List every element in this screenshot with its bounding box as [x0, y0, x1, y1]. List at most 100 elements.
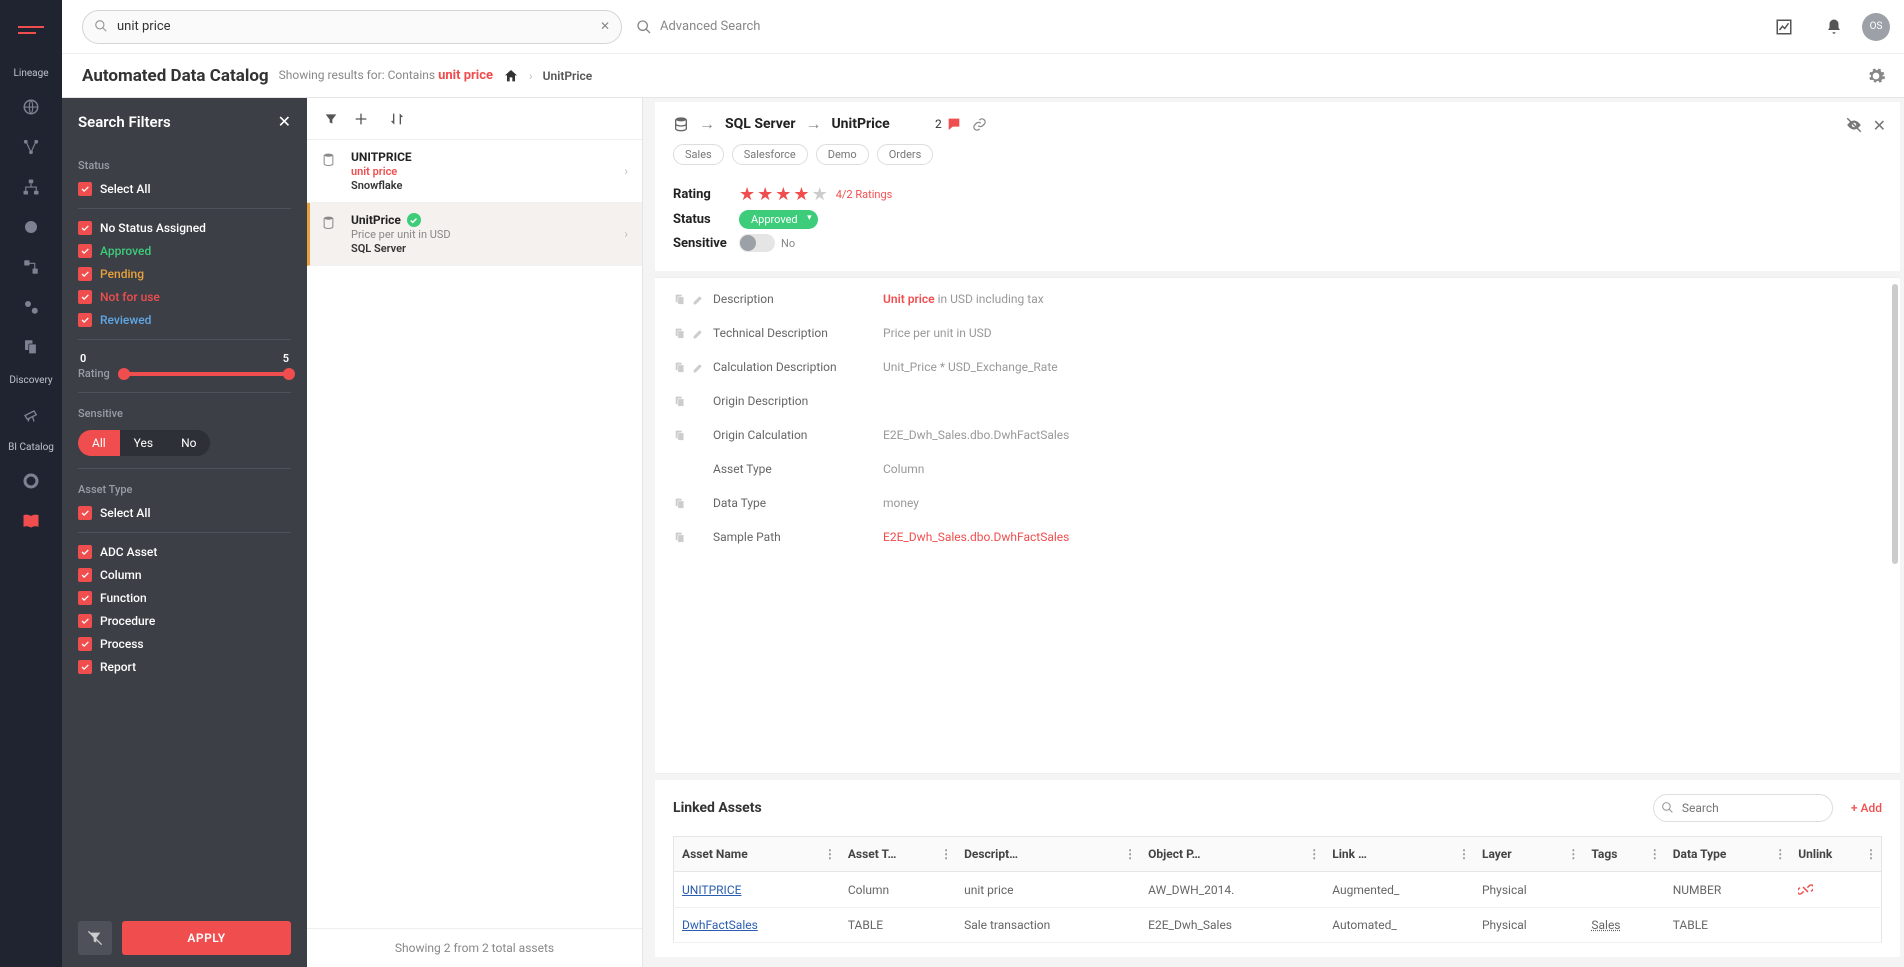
tag-pill[interactable]: Sales — [673, 144, 724, 165]
detail-asset: UnitPrice — [831, 116, 889, 132]
advanced-search-label: Advanced Search — [660, 19, 760, 34]
nav-globe-icon[interactable] — [13, 89, 49, 125]
home-icon[interactable] — [503, 68, 519, 84]
chart-icon[interactable] — [1770, 13, 1798, 41]
clear-filters-icon[interactable] — [78, 921, 112, 955]
rating-slider[interactable] — [122, 372, 291, 376]
edit-icon[interactable] — [692, 361, 705, 374]
type-report[interactable]: Report — [78, 660, 291, 674]
nav-graph-icon[interactable] — [13, 129, 49, 165]
table-header[interactable]: Link …⋮ — [1324, 837, 1474, 872]
seg-all[interactable]: All — [78, 430, 120, 456]
select-all-assettype[interactable]: Select All — [78, 506, 291, 520]
edit-icon[interactable] — [692, 327, 705, 340]
more-icon[interactable]: ⋮ — [1567, 847, 1579, 861]
table-header[interactable]: Object P…⋮ — [1140, 837, 1324, 872]
database-icon — [321, 213, 339, 255]
rating-meta-label: Rating — [673, 187, 733, 202]
close-detail-icon[interactable]: ✕ — [1873, 116, 1886, 135]
copy-icon[interactable] — [673, 497, 686, 510]
result-item[interactable]: UnitPrice Price per unit in USD SQL Serv… — [307, 203, 642, 266]
asset-link[interactable]: DwhFactSales — [682, 918, 758, 932]
table-header[interactable]: Unlink⋮ — [1790, 837, 1881, 872]
rating-stars[interactable]: ★★★★★ — [739, 184, 828, 205]
table-header[interactable]: Asset Name⋮ — [674, 837, 840, 872]
copy-icon[interactable] — [673, 395, 686, 408]
close-icon[interactable]: ✕ — [278, 112, 291, 131]
copy-icon[interactable] — [673, 361, 686, 374]
results-footer: Showing 2 from 2 total assets — [307, 928, 642, 967]
nav-telescope-icon[interactable] — [13, 396, 49, 432]
table-header[interactable]: Data Type⋮ — [1665, 837, 1790, 872]
more-icon[interactable]: ⋮ — [1649, 847, 1661, 861]
table-header[interactable]: Asset T…⋮ — [840, 837, 956, 872]
nav-ring-icon[interactable] — [13, 463, 49, 499]
gear-icon[interactable] — [1862, 62, 1890, 90]
status-reviewed[interactable]: Reviewed — [78, 313, 291, 327]
approved-badge-icon — [407, 213, 421, 227]
user-avatar[interactable]: OS — [1862, 13, 1890, 41]
nav-book-icon[interactable] — [13, 503, 49, 539]
filter-icon[interactable] — [319, 107, 343, 131]
table-header[interactable]: Layer⋮ — [1474, 837, 1583, 872]
more-icon[interactable]: ⋮ — [824, 847, 836, 861]
status-notforuse[interactable]: Not for use — [78, 290, 291, 304]
nav-connect-icon[interactable] — [13, 249, 49, 285]
edit-icon[interactable] — [692, 293, 705, 306]
seg-yes[interactable]: Yes — [120, 430, 167, 456]
type-process[interactable]: Process — [78, 637, 291, 651]
more-icon[interactable]: ⋮ — [940, 847, 952, 861]
table-header[interactable]: Descript…⋮ — [956, 837, 1140, 872]
table-row: UNITPRICE Columnunit priceAW_DWH_2014.Au… — [674, 872, 1882, 908]
more-icon[interactable]: ⋮ — [1458, 847, 1470, 861]
app-logo — [18, 22, 44, 36]
visibility-off-icon[interactable] — [1845, 116, 1863, 135]
select-all-status[interactable]: Select All — [78, 182, 291, 196]
linked-search-input[interactable] — [1653, 794, 1833, 822]
type-column[interactable]: Column — [78, 568, 291, 582]
type-function[interactable]: Function — [78, 591, 291, 605]
sensitive-toggle[interactable]: No — [739, 234, 795, 252]
asset-link[interactable]: UNITPRICE — [682, 883, 741, 897]
nav-gear2-icon[interactable] — [13, 289, 49, 325]
copy-icon[interactable] — [673, 429, 686, 442]
type-procedure[interactable]: Procedure — [78, 614, 291, 628]
filters-panel: Search Filters ✕ Status Select All No St… — [62, 98, 307, 967]
apply-button[interactable]: APPLY — [122, 921, 291, 955]
more-icon[interactable]: ⋮ — [1124, 847, 1136, 861]
nav-tree-icon[interactable] — [13, 169, 49, 205]
tag-pill[interactable]: Orders — [877, 144, 934, 165]
more-icon[interactable]: ⋮ — [1774, 847, 1786, 861]
plus-icon[interactable] — [349, 107, 373, 131]
more-icon[interactable]: ⋮ — [1865, 847, 1877, 861]
add-link-button[interactable]: + Add — [1851, 801, 1882, 815]
nav-files-icon[interactable] — [13, 329, 49, 365]
clear-icon[interactable]: ✕ — [600, 19, 610, 33]
more-icon[interactable]: ⋮ — [1308, 847, 1320, 861]
unlink-icon[interactable] — [1798, 882, 1873, 897]
result-item[interactable]: UNITPRICE unit price Snowflake › — [307, 140, 642, 203]
tag-pill[interactable]: Salesforce — [732, 144, 808, 165]
link-icon[interactable] — [972, 117, 987, 132]
status-dropdown[interactable]: Approved — [739, 210, 818, 229]
copy-icon[interactable] — [673, 531, 686, 544]
seg-no[interactable]: No — [167, 430, 210, 456]
comment-icon[interactable] — [946, 116, 962, 132]
status-none[interactable]: No Status Assigned — [78, 221, 291, 235]
rating-text: 4/2 Ratings — [836, 188, 893, 201]
bell-icon[interactable] — [1820, 13, 1848, 41]
detail-db[interactable]: SQL Server — [725, 116, 795, 132]
sort-icon[interactable] — [385, 107, 409, 131]
table-header[interactable]: Tags⋮ — [1583, 837, 1664, 872]
tag-chip[interactable]: Sales — [1591, 918, 1620, 932]
status-pending[interactable]: Pending — [78, 267, 291, 281]
type-adcasset[interactable]: ADC Asset — [78, 545, 291, 559]
nav-circle-icon[interactable] — [13, 209, 49, 245]
search-input[interactable] — [82, 10, 622, 44]
advanced-search-link[interactable]: Advanced Search — [636, 19, 760, 35]
status-approved[interactable]: Approved — [78, 244, 291, 258]
copy-icon[interactable] — [673, 293, 686, 306]
tag-pill[interactable]: Demo — [816, 144, 869, 165]
copy-icon[interactable] — [673, 327, 686, 340]
nav-section-bicatalog: BI Catalog — [6, 434, 56, 461]
